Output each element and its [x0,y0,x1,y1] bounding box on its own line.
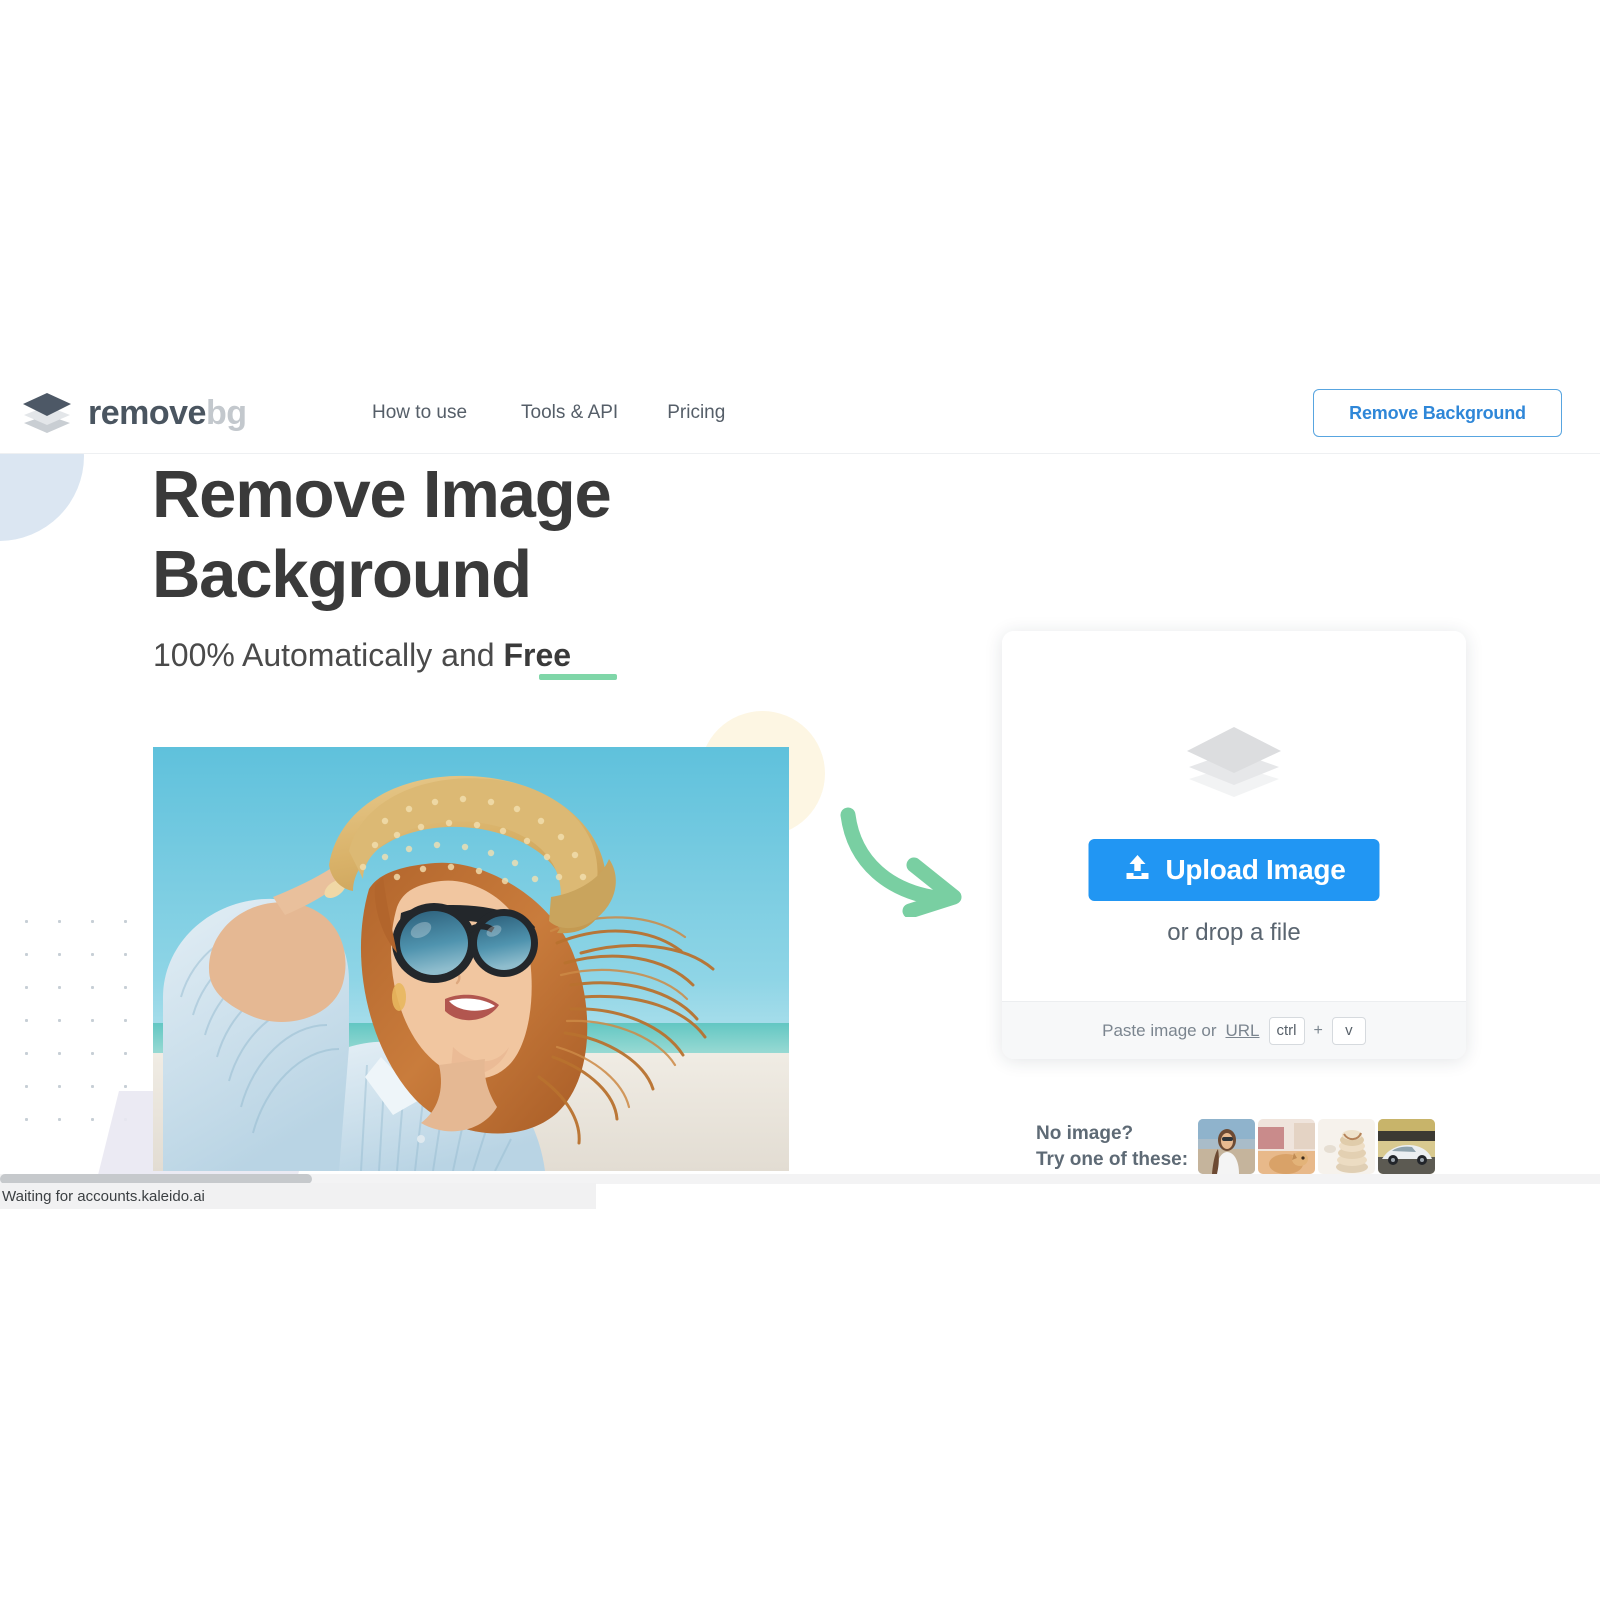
paste-url-link[interactable]: URL [1225,1021,1259,1041]
upload-card[interactable]: Upload Image or drop a file Paste image … [1002,631,1466,1059]
hero-subtitle: 100% Automatically and Free [153,637,571,674]
upload-image-button[interactable]: Upload Image [1088,839,1380,901]
hero-title-line-1: Remove Image [152,457,612,532]
site-header: removebg How to use Tools & API Pricing … [0,371,1600,453]
logo-text-bg: bg [205,394,247,432]
sample-images-section: No image? Try one of these: [1036,1119,1435,1174]
sample-woman-portrait[interactable] [1198,1119,1255,1174]
paste-hint-bar: Paste image or URL ctrl + v [1002,1001,1466,1059]
site-logo[interactable]: removebg [20,389,247,437]
sample-sports-car[interactable] [1378,1119,1435,1174]
layers-stack-icon [1181,721,1287,801]
browser-status-bar: Waiting for accounts.kaleido.ai [0,1183,596,1209]
logo-text-remove: remove [88,394,206,432]
sample-label-line-1: No image? [1036,1122,1134,1144]
browser-viewport: removebg How to use Tools & API Pricing … [0,371,1600,1199]
sample-thumbnails [1198,1119,1435,1174]
nav-item-tools-api[interactable]: Tools & API [521,398,618,428]
remove-background-button[interactable]: Remove Background [1313,389,1562,437]
sample-stacked-pancakes[interactable] [1318,1119,1375,1174]
nav-item-how-to-use[interactable]: How to use [372,398,467,428]
hero-title-line-2: Background [152,537,532,613]
sample-images-label: No image? Try one of these: [1036,1121,1198,1172]
hero-highlight-underline [539,674,617,680]
layers-stack-icon [20,389,74,437]
page-title: Remove Image Background [152,455,772,616]
main-nav: How to use Tools & API Pricing [372,398,725,428]
green-arrow-icon [836,807,966,919]
upload-image-button-label: Upload Image [1165,854,1346,885]
sample-label-line-2: Try one of these: [1036,1148,1189,1170]
page-root: removebg How to use Tools & API Pricing … [0,0,1600,1600]
paste-hint-label: Paste image or [1102,1020,1217,1040]
upload-dropzone[interactable]: Upload Image or drop a file [1002,631,1466,1001]
hero-photo [153,747,789,1171]
logo-wordmark: removebg [88,396,247,430]
status-bar-text: Waiting for accounts.kaleido.ai [2,1187,205,1205]
upload-icon [1123,852,1153,889]
hero-subtitle-prefix: 100% Automatically and [153,637,504,673]
drop-a-file-text: or drop a file [1167,919,1301,946]
nav-item-pricing[interactable]: Pricing [667,398,725,428]
kbd-v: v [1331,1016,1366,1045]
kbd-ctrl: ctrl [1268,1016,1305,1045]
hero-subtitle-highlight: Free [503,637,572,673]
kbd-plus: + [1313,1021,1323,1039]
header-divider [0,453,1600,454]
sample-dog-on-couch[interactable] [1258,1119,1315,1174]
